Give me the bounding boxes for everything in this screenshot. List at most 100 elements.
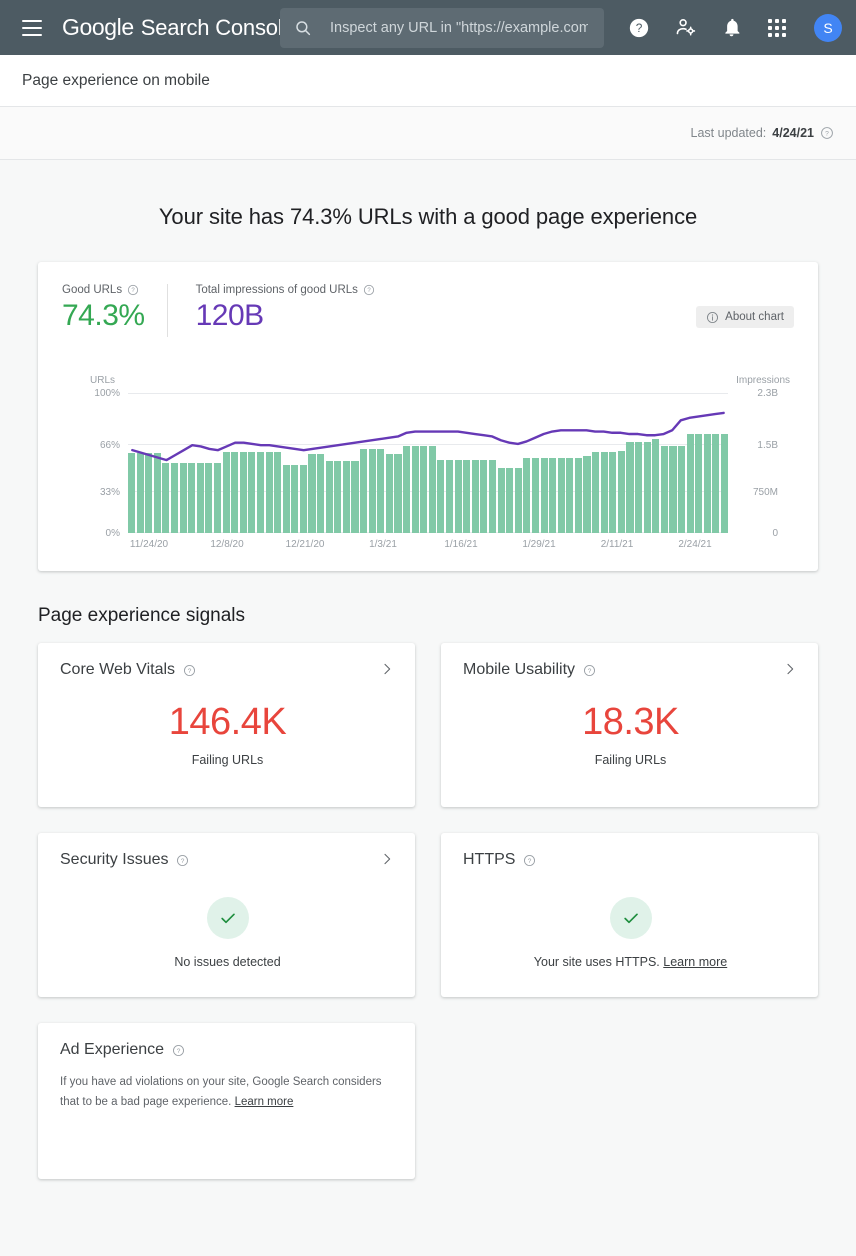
check-circle-icon [207,897,249,939]
card-title: Security Issues [60,851,168,869]
svg-text:?: ? [181,857,185,864]
metric-good-urls: Good URLs ? 74.3% [62,284,167,337]
card-body-text: If you have ad violations on your site, … [60,1076,382,1108]
signal-card-ad-experience: Ad Experience ? If you have ad violation… [38,1023,415,1179]
chart-x-label: 2/11/21 [601,539,634,550]
hamburger-menu-icon[interactable] [22,15,48,41]
metric-impressions-label: Total impressions of good URLs [196,284,358,296]
metric-good-urls-value: 74.3% [62,299,145,333]
chart-plot-area [128,393,728,533]
chart-y2-tick-15b: 1.5B [757,440,778,451]
svg-text:?: ? [367,288,371,294]
chart-metrics: Good URLs ? 74.3% Total impressions of g… [38,280,818,337]
signals-grid: Core Web Vitals ? 146.4K Failing URLs Mo… [38,643,818,1179]
chart-x-label: 12/21/20 [286,539,325,550]
card-header: HTTPS ? [463,851,798,869]
card-subtitle: Failing URLs [60,753,395,767]
card-value: 18.3K [463,701,798,744]
chart-y-axis-title: URLs [90,375,115,386]
avatar[interactable]: S [814,14,842,42]
help-circle-icon[interactable]: ? [176,854,189,867]
help-circle-icon[interactable]: ? [583,664,596,677]
card-body: If you have ad violations on your site, … [60,1073,390,1113]
card-title: HTTPS [463,851,515,869]
svg-text:?: ? [188,667,192,674]
svg-text:?: ? [636,21,643,35]
signal-card-core-web-vitals[interactable]: Core Web Vitals ? 146.4K Failing URLs [38,643,415,807]
signals-section-title: Page experience signals [38,605,856,627]
chart-x-axis-labels: 11/24/2012/8/2012/21/201/3/211/16/211/29… [128,539,728,553]
header-actions: ? [626,0,842,55]
chart-y2-axis-title: Impressions [736,375,790,386]
metric-impressions-value: 120B [196,299,375,333]
card-subtitle: Failing URLs [463,753,798,767]
signal-card-mobile-usability[interactable]: Mobile Usability ? 18.3K Failing URLs [441,643,818,807]
main-content: Your site has 74.3% URLs with a good pag… [0,160,856,1256]
chart-x-label: 1/16/21 [444,539,477,550]
chart-y-tick-0: 0% [78,528,120,539]
app-header: Google Search Console ? [0,0,856,55]
page-experience-screen: Google Search Console ? [0,0,856,1256]
card-status-text: Your site uses HTTPS. [534,955,660,969]
help-circle-icon[interactable]: ? [183,664,196,677]
chart-x-label: 12/8/20 [210,539,243,550]
page-experience-chart-card: Good URLs ? 74.3% Total impressions of g… [38,262,818,571]
metric-good-urls-label: Good URLs [62,284,122,296]
google-apps-icon[interactable] [764,15,790,41]
help-icon[interactable]: ? [626,15,652,41]
page-experience-chart: URLs 100% 66% 33% 0% Impressions 2.3B 1.… [38,371,818,561]
search-icon [294,19,312,37]
card-header: Core Web Vitals ? [60,661,395,679]
help-circle-icon[interactable]: ? [363,284,375,296]
page-title-bar: Page experience on mobile [0,55,856,107]
card-status-note: No issues detected [60,955,395,969]
about-chart-button[interactable]: About chart [696,306,794,328]
chart-y2-tick-23b: 2.3B [757,388,778,399]
account-settings-icon[interactable] [672,15,698,41]
card-header: Mobile Usability ? [463,661,798,679]
chart-x-label: 11/24/20 [130,539,168,550]
svg-text:?: ? [825,131,829,138]
metric-good-urls-label-row: Good URLs ? [62,284,145,296]
svg-text:?: ? [528,857,532,864]
card-title: Core Web Vitals [60,661,175,679]
page-title: Page experience on mobile [22,72,210,90]
learn-more-link[interactable]: Learn more [235,1096,294,1108]
signal-card-security-issues[interactable]: Security Issues ? No issues detected [38,833,415,997]
card-header: Ad Experience ? [60,1041,393,1059]
chevron-right-icon[interactable] [379,661,395,677]
chart-line-series [128,393,728,517]
card-status-note: Your site uses HTTPS. Learn more [463,955,798,969]
app-brand: Google Search Console [62,14,295,41]
headline: Your site has 74.3% URLs with a good pag… [0,204,856,230]
metric-impressions-label-row: Total impressions of good URLs ? [196,284,375,296]
svg-text:?: ? [131,288,135,294]
brand-google-label: Google [62,14,134,41]
last-updated-bar: Last updated: 4/24/21 ? [0,107,856,160]
notifications-bell-icon[interactable] [718,15,744,41]
card-value: 146.4K [60,701,395,744]
check-circle-icon [610,897,652,939]
help-circle-icon[interactable]: ? [523,854,536,867]
chevron-right-icon[interactable] [379,851,395,867]
signal-card-https: HTTPS ? Your site uses HTTPS. Learn more [441,833,818,997]
chevron-right-icon[interactable] [782,661,798,677]
search-input[interactable] [328,19,590,37]
help-circle-icon[interactable]: ? [820,126,834,140]
about-chart-label: About chart [725,311,784,323]
help-circle-icon[interactable]: ? [172,1044,185,1057]
last-updated-value: 4/24/21 [772,126,814,140]
help-circle-icon[interactable]: ? [127,284,139,296]
chart-y-tick-66: 66% [78,440,120,451]
info-circle-icon [706,311,719,324]
url-inspect-searchbox[interactable] [280,8,604,48]
chart-y-tick-100: 100% [78,388,120,399]
svg-text:?: ? [588,667,592,674]
last-updated-label: Last updated: [691,126,767,140]
chart-x-label: 2/24/21 [678,539,711,550]
learn-more-link[interactable]: Learn more [663,955,727,969]
chart-y2-tick-0: 0 [772,528,778,539]
chart-y2-tick-750m: 750M [753,487,778,498]
svg-text:?: ? [177,1047,181,1054]
card-title: Ad Experience [60,1041,164,1059]
